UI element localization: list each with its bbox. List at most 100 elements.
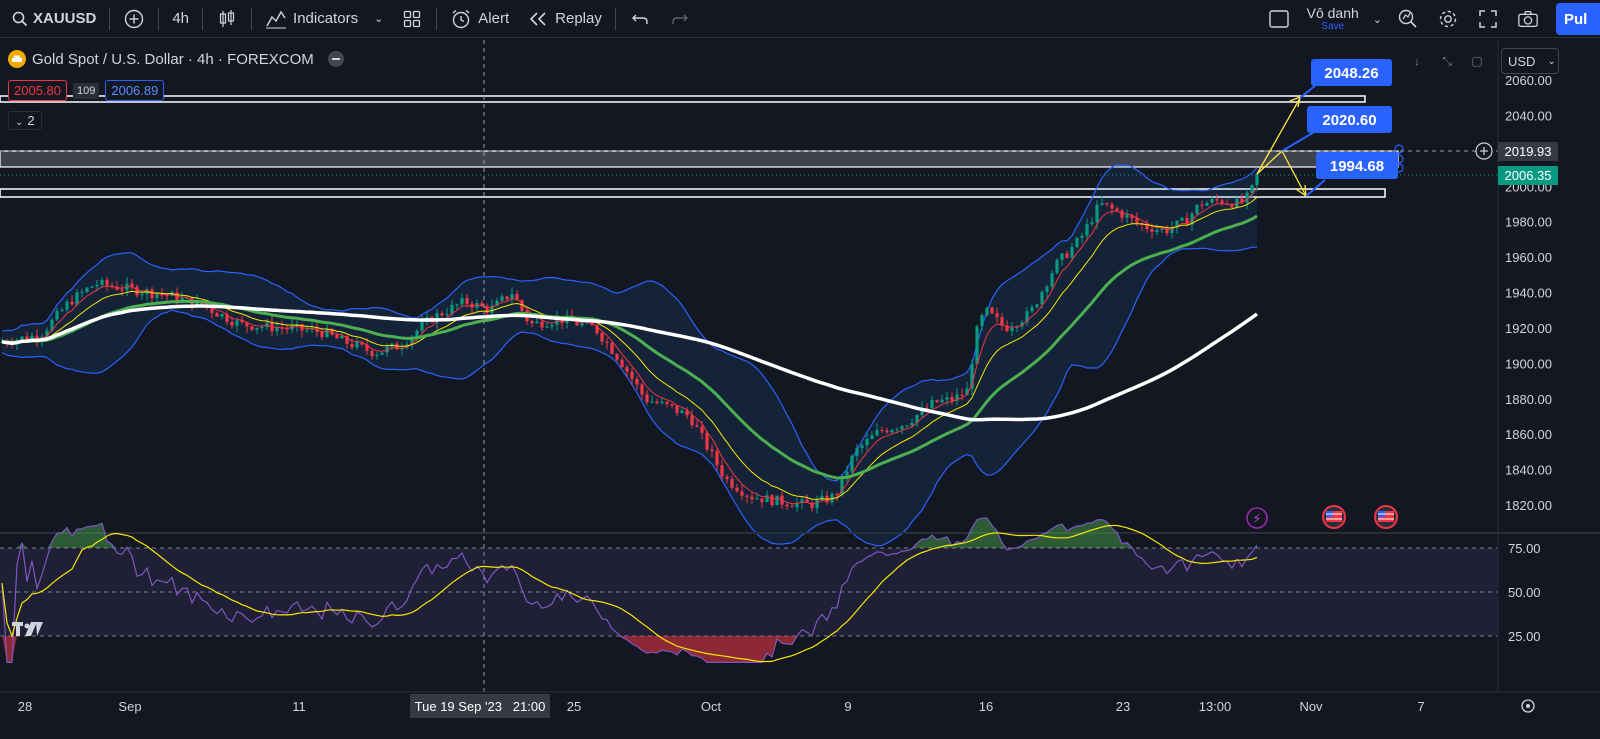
handle-dot[interactable]: [1394, 144, 1404, 154]
candle-body: [620, 359, 624, 368]
projection-lines[interactable]: [1256, 97, 1307, 197]
interval-button[interactable]: 4h: [163, 0, 198, 38]
candle-body: [885, 430, 889, 433]
undo-button[interactable]: [620, 0, 660, 38]
separator: [251, 7, 253, 30]
price-tick-label: 1860.00: [1505, 427, 1552, 442]
chart-canvas[interactable]: 2048.26 2020.60 1994.68 ⚡ 2060.002040.00…: [0, 39, 1600, 739]
callout-target-high[interactable]: 2048.26: [1299, 59, 1392, 99]
publish-button[interactable]: Pul: [1556, 3, 1600, 35]
candle-body: [1085, 224, 1089, 236]
layout-name[interactable]: Vô danh Save: [1299, 6, 1367, 32]
rsi-pane[interactable]: [0, 517, 1498, 663]
replay-button[interactable]: Replay: [518, 0, 611, 38]
candle-body: [750, 496, 754, 500]
indicators-toggle[interactable]: ⌄ 2: [8, 111, 42, 130]
candle-body: [445, 314, 449, 316]
alert-icon: [1397, 8, 1419, 30]
time-tick-label: 9: [844, 699, 851, 714]
rsi-tick-label: 25.00: [1508, 629, 1541, 644]
move-down-icon[interactable]: ↓: [1405, 50, 1429, 72]
add-alert-plus[interactable]: [1475, 142, 1493, 160]
price-tick-label: 1940.00: [1505, 286, 1552, 301]
price-tick-label: 1900.00: [1505, 356, 1552, 371]
last-price-text: 2006.35: [1505, 168, 1552, 183]
candle-body: [1035, 304, 1039, 308]
layout-select-button[interactable]: [1259, 0, 1299, 38]
crosshair-time-label: Tue 19 Sep '23 21:00: [410, 694, 550, 718]
rsi-tick-label: 75.00: [1508, 541, 1541, 556]
replay-icon: [527, 8, 549, 30]
redo-button[interactable]: [660, 0, 700, 38]
callout-target-mid[interactable]: 2020.60: [1281, 106, 1392, 152]
candle-body: [845, 471, 849, 476]
candle-body: [645, 394, 649, 403]
candle-body: [80, 291, 84, 293]
sell-price-button[interactable]: 2005.80: [8, 80, 67, 101]
maximize-pane-icon[interactable]: ▢: [1465, 50, 1489, 72]
candle-body: [745, 495, 749, 497]
indicators-button[interactable]: Indicators ⌄: [256, 0, 392, 38]
buy-price-button[interactable]: 2006.89: [105, 80, 165, 101]
horizontal-zones[interactable]: [0, 95, 1399, 198]
crosshair-price-text: 2019.93: [1505, 144, 1552, 159]
candle-body: [770, 495, 774, 506]
resistance-zone-top[interactable]: [0, 95, 1366, 103]
candle-body: [135, 286, 139, 296]
symbol-legend[interactable]: Gold Spot / U.S. Dollar · 4h · FOREXCOM: [8, 50, 344, 68]
candle-body: [1155, 229, 1159, 233]
collapse-pane-icon[interactable]: ⤡: [1435, 50, 1459, 72]
candle-body: [105, 279, 109, 286]
time-axis[interactable]: 28 Sep 11 25 Oct 9 16 23 13:00 Nov 7 Tue 19 Sep '2…: [18, 694, 1535, 718]
symbol-search-button[interactable]: XAUUSD: [0, 0, 105, 38]
candle-body: [930, 400, 934, 408]
time-tick-label: 23: [1116, 699, 1130, 714]
event-markers[interactable]: ⚡: [1246, 505, 1398, 529]
candle-body: [700, 426, 704, 433]
separator: [436, 7, 438, 30]
compare-symbol-button[interactable]: [114, 0, 154, 38]
fullscreen-icon: [1477, 8, 1499, 30]
candle-body: [1145, 224, 1149, 229]
candle-body: [1195, 204, 1199, 214]
candle-body: [1105, 202, 1109, 205]
camera-icon: [1517, 8, 1539, 30]
candle-body: [625, 367, 629, 372]
candle-body: [720, 465, 724, 477]
crosshair-price-label: 2019.93: [1498, 142, 1558, 161]
candle-body: [850, 455, 854, 472]
chart-area[interactable]: 2048.26 2020.60 1994.68 ⚡ 2060.00 2040.0…: [0, 39, 1600, 739]
alert-button[interactable]: Alert: [441, 0, 518, 38]
time-tick-label: 16: [979, 699, 993, 714]
candle-body: [1205, 202, 1209, 206]
candle-body: [600, 333, 604, 342]
candle-body: [70, 301, 74, 305]
candle-body: [155, 294, 159, 299]
candle-body: [875, 430, 879, 436]
candle-body: [790, 506, 794, 508]
templates-button[interactable]: [392, 0, 432, 38]
settings-button[interactable]: [1428, 0, 1468, 38]
fullscreen-button[interactable]: [1468, 0, 1508, 38]
quick-search-button[interactable]: [1388, 0, 1428, 38]
candle-body: [1050, 273, 1054, 287]
projection-path[interactable]: [1256, 95, 1307, 198]
layout-dropdown-button[interactable]: ⌄: [1367, 0, 1388, 38]
snapshot-button[interactable]: [1508, 0, 1548, 38]
currency-select[interactable]: USD ⌄: [1501, 48, 1559, 74]
candle-body: [935, 400, 939, 403]
time-axis-settings[interactable]: [1521, 699, 1535, 713]
redo-icon: [669, 8, 691, 30]
chart-type-button[interactable]: [207, 0, 247, 38]
candle-body: [1030, 307, 1034, 312]
candle-body: [900, 426, 904, 430]
price-tick-label: 1840.00: [1505, 463, 1552, 478]
candle-body: [640, 384, 644, 395]
candle-body: [530, 321, 534, 324]
collapse-legend-button[interactable]: [327, 51, 344, 67]
resistance-zone-mid[interactable]: [0, 150, 1399, 168]
candle-body: [905, 425, 909, 427]
candle-body: [55, 310, 59, 320]
candle-body: [670, 404, 674, 406]
tradingview-logo[interactable]: [12, 620, 44, 643]
